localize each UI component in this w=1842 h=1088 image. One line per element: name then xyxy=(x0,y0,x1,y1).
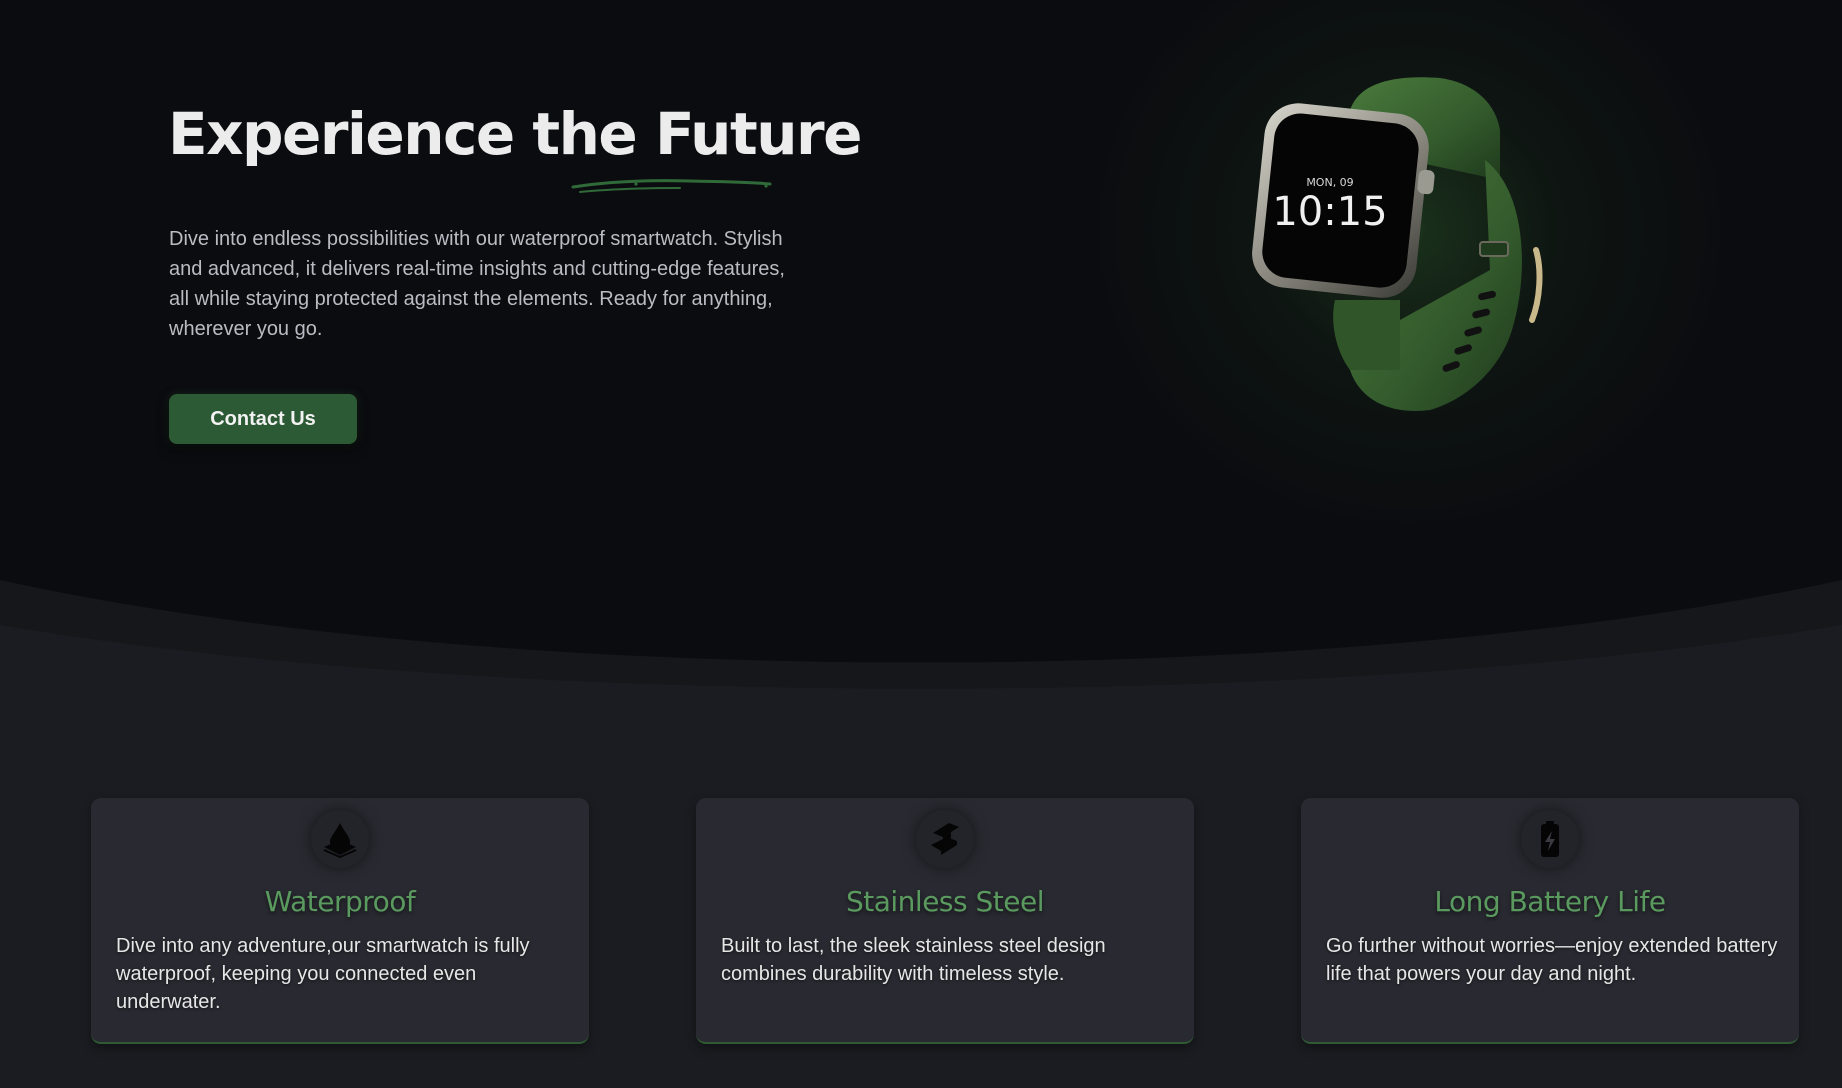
feature-card-battery: Long Battery Life Go further without wor… xyxy=(1301,798,1799,1044)
landing-page: Experience the Future Dive into endless … xyxy=(0,0,1842,1088)
feature-title: Stainless Steel xyxy=(845,885,1045,918)
contact-us-button[interactable]: Contact Us xyxy=(169,394,357,444)
hero-description: Dive into endless possibilities with our… xyxy=(169,228,785,340)
hero-wave-divider xyxy=(0,580,1842,700)
watch-time: 10:15 xyxy=(1272,189,1387,235)
feature-icon-container xyxy=(916,810,974,868)
hero-section: Experience the Future Dive into endless … xyxy=(0,0,1842,700)
feature-card-stainless-steel: Stainless Steel Built to last, the sleek… xyxy=(696,798,1194,1044)
feature-description: Built to last, the sleek stainless steel… xyxy=(721,935,1106,985)
battery-icon xyxy=(1541,821,1559,857)
feature-icon-container xyxy=(1521,810,1579,868)
feature-title: Long Battery Life xyxy=(1434,885,1666,918)
feature-description: Dive into any adventure,our smartwatch i… xyxy=(116,935,530,1013)
feature-card-waterproof: Waterproof Dive into any adventure,our s… xyxy=(91,798,589,1044)
smartwatch-image: MON, 09 10:15 xyxy=(1252,77,1543,411)
title-underline xyxy=(571,179,772,193)
steel-beam-icon xyxy=(931,823,959,855)
water-drop-icon xyxy=(323,823,357,859)
hero-title: Experience the Future xyxy=(168,100,862,168)
feature-description: Go further without worries—enjoy extende… xyxy=(1326,935,1778,985)
watch-date: MON, 09 xyxy=(1306,176,1353,189)
feature-icon-container xyxy=(311,810,369,868)
feature-title: Waterproof xyxy=(264,885,416,918)
